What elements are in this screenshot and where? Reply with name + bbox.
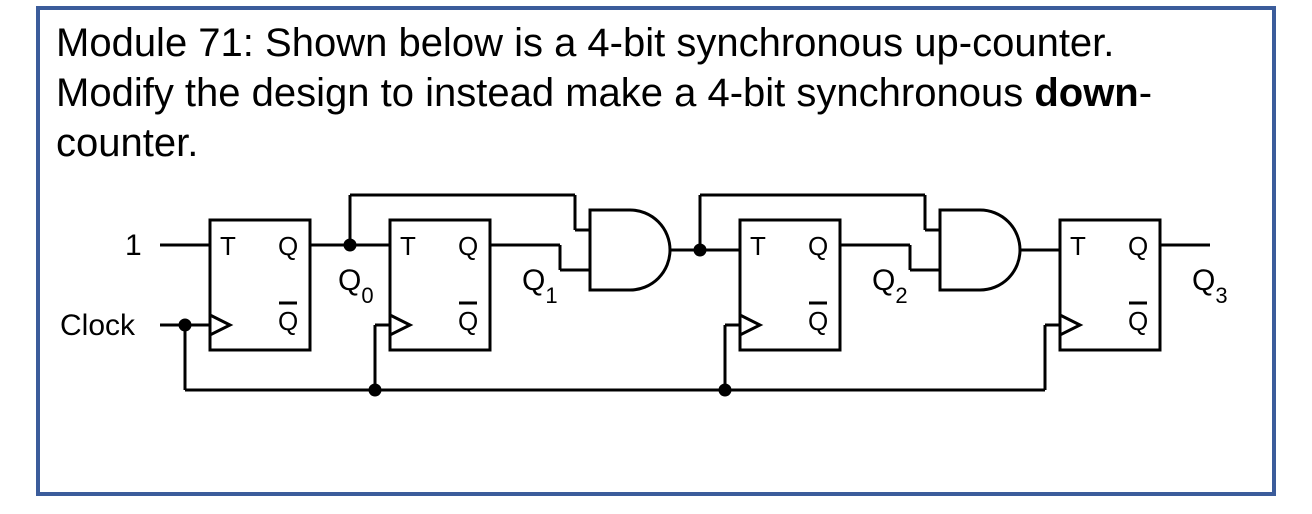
ff1-Qbar-label: Q [458, 306, 478, 336]
ff0-Q-label: Q [278, 231, 298, 261]
wires [160, 195, 1210, 395]
q0-label: Q0 [338, 264, 374, 308]
circuit-diagram: T Q Q T Q Q [60, 190, 1250, 480]
ff3-Q-label: Q [1128, 231, 1148, 261]
prompt-line2c: - [1139, 71, 1152, 115]
prompt-bold: down [1034, 71, 1138, 115]
ff1-Q-label: Q [458, 231, 478, 261]
flipflop-3: T Q Q [1060, 220, 1160, 350]
ff0-T-label: T [220, 231, 236, 261]
ff3-Qbar-label: Q [1128, 306, 1148, 336]
page: Module 71: Shown below is a 4-bit synchr… [0, 0, 1312, 514]
flipflop-0: T Q Q [210, 220, 310, 350]
q2-label: Q2 [872, 264, 908, 308]
ff1-T-label: T [400, 231, 416, 261]
ff0-Qbar-label: Q [278, 306, 298, 336]
prompt-line3: counter. [56, 121, 198, 165]
clock-label: Clock [60, 309, 136, 342]
and-gate-2 [940, 210, 1020, 290]
prompt-text: Module 71: Shown below is a 4-bit synchr… [56, 18, 1256, 168]
ff2-T-label: T [750, 231, 766, 261]
ff2-Qbar-label: Q [808, 306, 828, 336]
q1-label: Q1 [522, 264, 558, 308]
ff2-Q-label: Q [808, 231, 828, 261]
flipflop-2: T Q Q [740, 220, 840, 350]
constant-1-label: 1 [125, 229, 142, 262]
problem-frame: Module 71: Shown below is a 4-bit synchr… [36, 6, 1276, 496]
prompt-line1: Module 71: Shown below is a 4-bit synchr… [56, 21, 1114, 65]
q3-label: Q3 [1192, 264, 1228, 308]
flipflop-1: T Q Q [390, 220, 490, 350]
ff3-T-label: T [1070, 231, 1086, 261]
and-gate-1 [590, 210, 670, 290]
prompt-line2a: Modify the design to instead make a 4-bi… [56, 71, 1034, 115]
